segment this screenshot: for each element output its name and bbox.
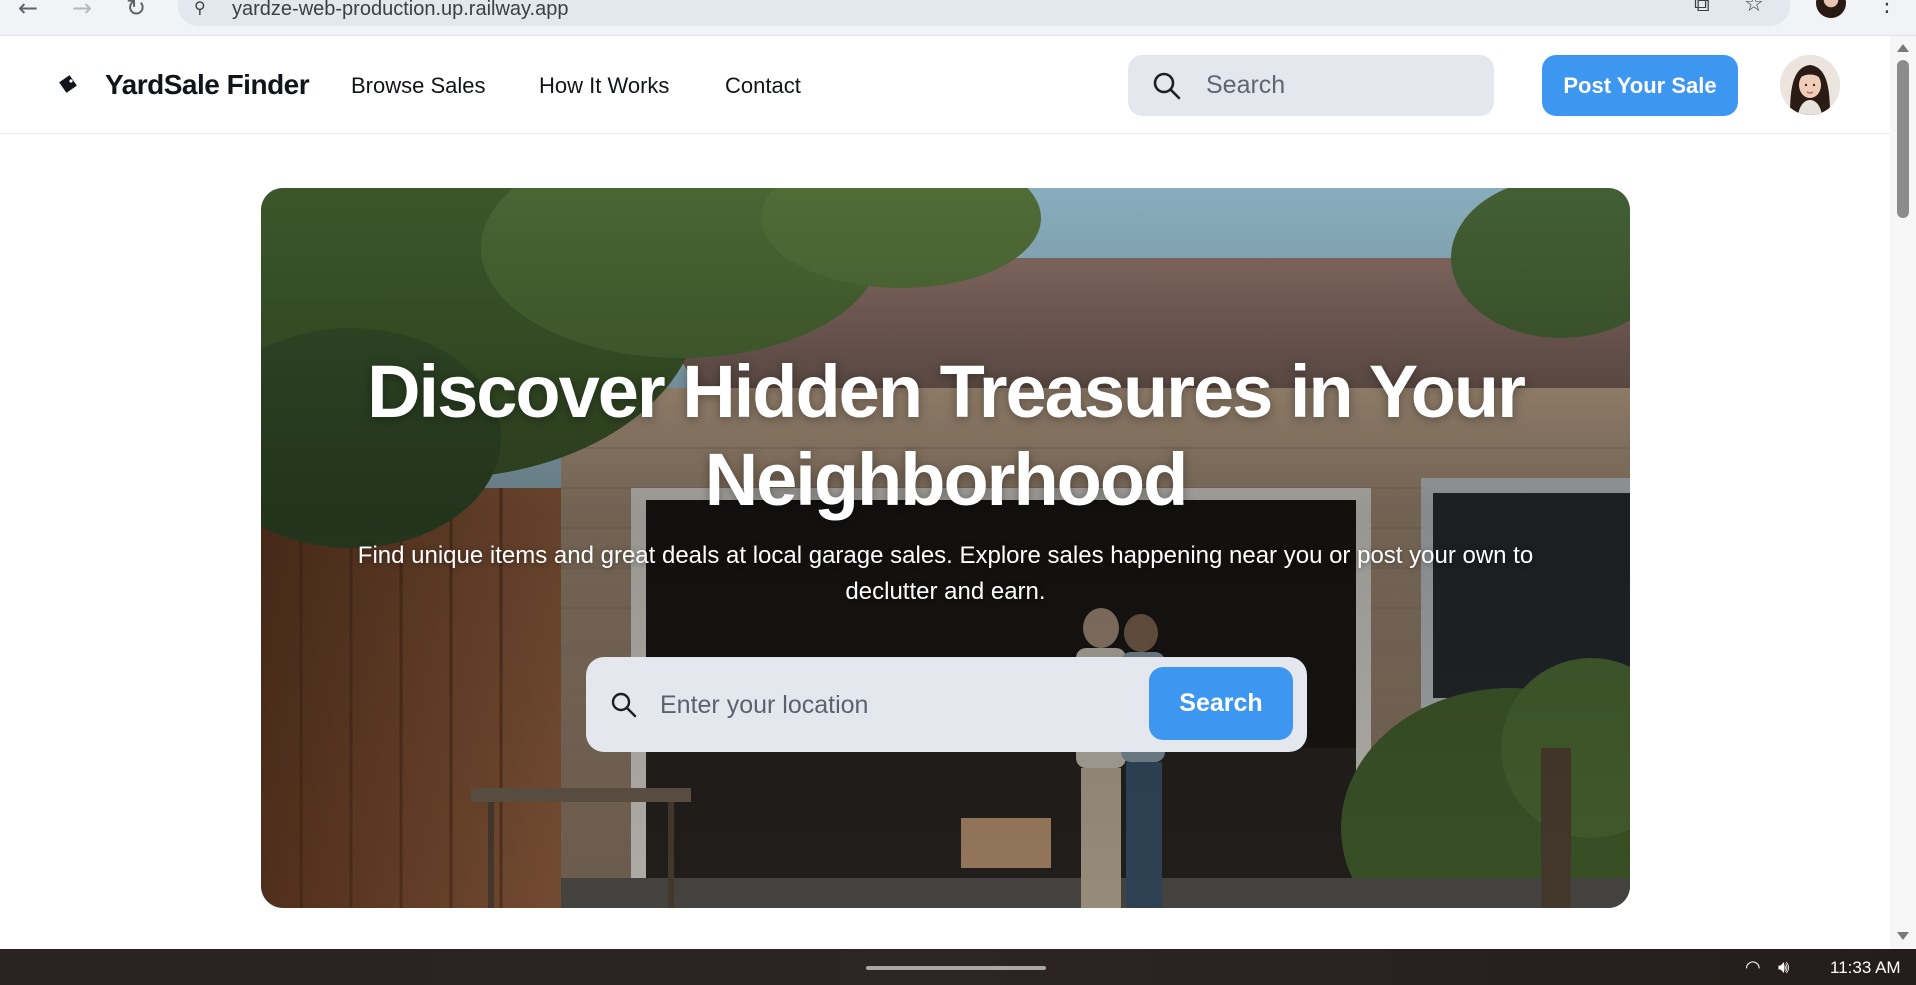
star-icon[interactable]: ☆ — [1744, 0, 1764, 17]
avatar[interactable] — [1780, 55, 1840, 115]
avatar-image — [1780, 55, 1840, 115]
volume-icon[interactable]: 🔊︎ — [1778, 957, 1789, 978]
back-icon[interactable]: ← — [18, 0, 38, 22]
hero-section: Discover Hidden Treasures in Your Neighb… — [261, 188, 1630, 908]
search-icon — [611, 692, 637, 718]
nav-browse-sales[interactable]: Browse Sales — [351, 73, 486, 99]
header-search-input[interactable] — [1206, 65, 1476, 105]
site-header: YardSale Finder Browse Sales How It Work… — [0, 36, 1890, 134]
header-search[interactable] — [1128, 55, 1494, 116]
clock[interactable]: 11:33 AM — [1830, 958, 1901, 978]
search-icon — [1153, 72, 1181, 100]
forward-icon[interactable]: → — [72, 0, 92, 22]
page-scrollbar[interactable] — [1890, 36, 1916, 949]
scroll-up-icon[interactable] — [1897, 44, 1909, 52]
tag-logo-icon[interactable] — [58, 74, 78, 94]
reload-icon[interactable]: ↻ — [126, 0, 146, 22]
nav-contact[interactable]: Contact — [725, 73, 801, 99]
tune-icon[interactable]: ⚲ — [194, 0, 216, 20]
nav-how-it-works[interactable]: How It Works — [539, 73, 669, 99]
hero-subtitle: Find unique items and great deals at loc… — [357, 542, 1534, 605]
more-vertical-icon[interactable]: ⋮ — [1876, 0, 1898, 17]
browser-toolbar: ← → ↻ ⚲ yardze-web-production.up.railway… — [0, 0, 1916, 36]
os-taskbar: ◠ 🔊︎ 11:33 AM — [0, 949, 1916, 985]
location-search-button[interactable]: Search — [1149, 667, 1293, 740]
taskbar-handle[interactable] — [866, 966, 1046, 970]
scroll-down-icon[interactable] — [1897, 932, 1909, 940]
scrollbar-thumb[interactable] — [1897, 60, 1909, 218]
post-your-sale-button[interactable]: Post Your Sale — [1542, 55, 1738, 116]
address-bar[interactable]: ⚲ yardze-web-production.up.railway.app — [178, 0, 1790, 26]
wifi-icon[interactable]: ◠ — [1745, 957, 1761, 978]
url-text[interactable]: yardze-web-production.up.railway.app — [232, 0, 568, 21]
location-input[interactable] — [660, 684, 1120, 726]
hero-title: Discover Hidden Treasures in Your Neighb… — [367, 350, 1526, 521]
profile-avatar[interactable] — [1816, 0, 1846, 18]
logo-text[interactable]: YardSale Finder — [105, 69, 310, 101]
extensions-icon[interactable]: ⧉ — [1694, 0, 1710, 17]
